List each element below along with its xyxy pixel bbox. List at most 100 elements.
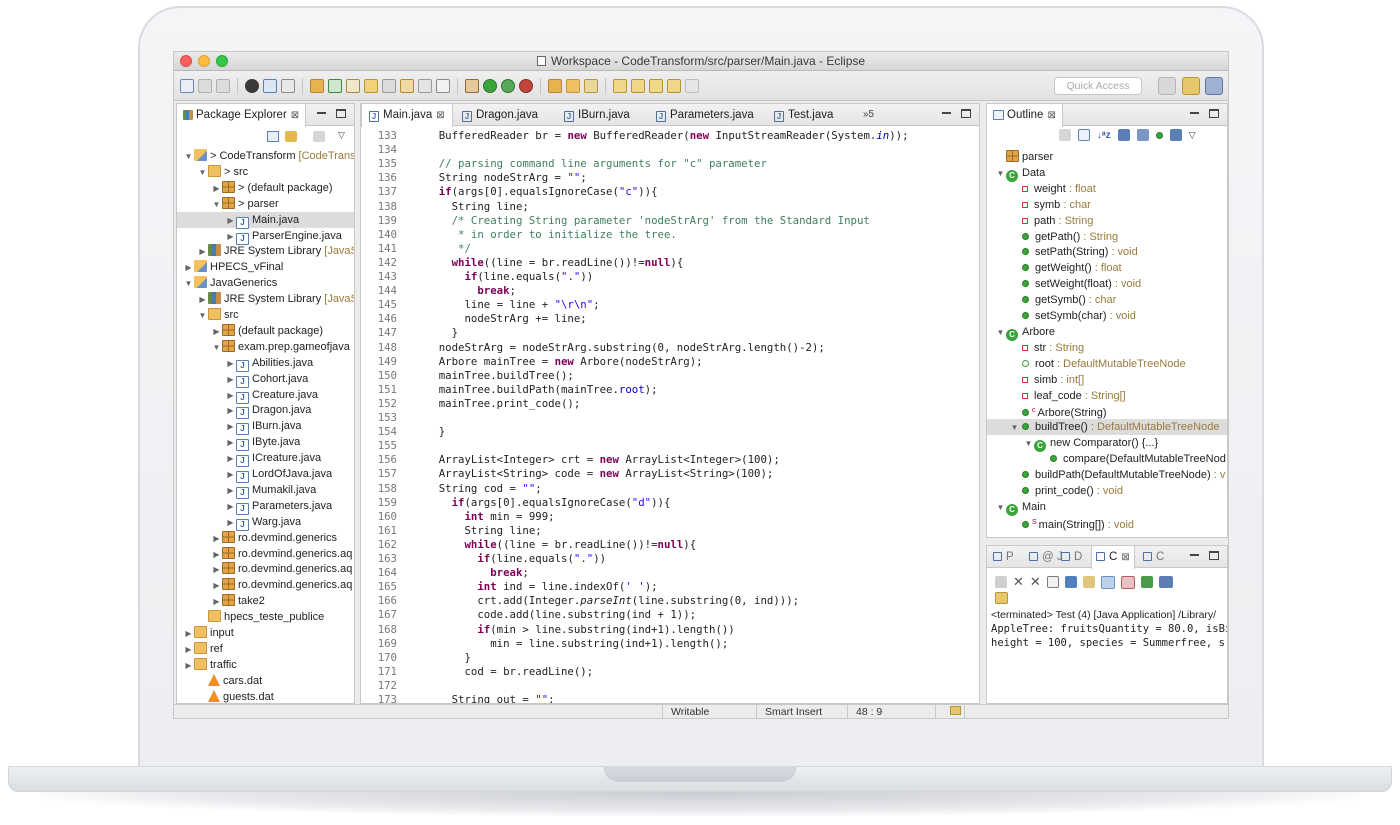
next-annotation-icon[interactable] bbox=[613, 79, 627, 93]
collapsed-arrow-icon[interactable]: ▶ bbox=[225, 483, 236, 499]
outline-item[interactable]: getSymb() : char bbox=[987, 292, 1227, 308]
expanded-arrow-icon[interactable]: ▼ bbox=[183, 276, 194, 292]
maximize-icon[interactable] bbox=[961, 109, 971, 118]
open-console-icon[interactable] bbox=[995, 592, 1008, 604]
tree-item[interactable]: hpecs_teste_publice bbox=[177, 609, 354, 625]
focus-icon[interactable] bbox=[313, 131, 325, 142]
tab-package-explorer[interactable]: Package Explorer ⊠ bbox=[177, 104, 307, 127]
open-type-icon[interactable] bbox=[548, 79, 562, 93]
mark-icon[interactable] bbox=[364, 79, 378, 93]
minimize-icon[interactable] bbox=[1190, 112, 1199, 114]
code-line[interactable]: 163 if(line.equals(".")) bbox=[361, 552, 979, 566]
code-line[interactable]: 147 } bbox=[361, 326, 979, 340]
expanded-arrow-icon[interactable]: ▼ bbox=[995, 500, 1006, 516]
code-line[interactable]: 156 ArrayList<Integer> crt = new ArrayLi… bbox=[361, 453, 979, 467]
code-line[interactable]: 148 nodeStrArg = nodeStrArg.substring(0,… bbox=[361, 341, 979, 355]
code-line[interactable]: 173 String out = ""; bbox=[361, 693, 979, 703]
expanded-arrow-icon[interactable]: ▼ bbox=[1023, 436, 1034, 452]
scroll-lock-icon[interactable] bbox=[1064, 576, 1077, 588]
outline-item[interactable]: parser bbox=[987, 149, 1227, 165]
word-wrap-icon[interactable] bbox=[1082, 576, 1095, 588]
code-line[interactable]: 143 if(line.equals(".")) bbox=[361, 270, 979, 284]
code-line[interactable]: 160 int min = 999; bbox=[361, 510, 979, 524]
outline-item[interactable]: ▼ C Data bbox=[987, 165, 1227, 182]
tree-item[interactable]: ▶ J ICreature.java bbox=[177, 450, 354, 468]
tab-console[interactable]: C ⊠ bbox=[1091, 546, 1135, 569]
code-line[interactable]: 144 break; bbox=[361, 284, 979, 298]
java-perspective-icon[interactable] bbox=[1205, 77, 1223, 95]
tree-item[interactable]: ▶ J Creature.java bbox=[177, 387, 354, 404]
tab-test-java[interactable]: J Test.java bbox=[767, 104, 853, 126]
sort-icon[interactable]: ↓ᵃz bbox=[1097, 130, 1111, 141]
show-on-stdout-icon[interactable] bbox=[1100, 575, 1115, 589]
maximize-icon[interactable] bbox=[1209, 551, 1219, 560]
toggle-icon[interactable] bbox=[382, 79, 396, 93]
close-window-button[interactable] bbox=[180, 55, 192, 67]
tree-item[interactable]: ▶ ref bbox=[177, 641, 354, 657]
outline-item[interactable]: ▼ C Arbore bbox=[987, 324, 1227, 341]
code-line[interactable]: 170 } bbox=[361, 651, 979, 665]
code-line[interactable]: 136 String nodeStrArg = ""; bbox=[361, 171, 979, 185]
tree-item[interactable]: ▶ HPECS_vFinal bbox=[177, 259, 354, 275]
pin-console-icon[interactable] bbox=[1140, 576, 1153, 588]
code-line[interactable]: 171 cod = br.readLine(); bbox=[361, 665, 979, 679]
outline-item[interactable]: Smain(String[]) : void bbox=[987, 515, 1227, 531]
code-line[interactable]: 165 int ind = line.indexOf(' '); bbox=[361, 580, 979, 594]
tree-item[interactable]: ▶ J Abilities.java bbox=[177, 355, 354, 372]
code-line[interactable]: 168 if(min > line.substring(ind+1).lengt… bbox=[361, 623, 979, 637]
code-line[interactable]: 159 if(args[0].equalsIgnoreCase("d")){ bbox=[361, 496, 979, 510]
outline-item[interactable]: setSymb(char) : void bbox=[987, 308, 1227, 324]
code-line[interactable]: 172 bbox=[361, 679, 979, 693]
collapsed-arrow-icon[interactable]: ▶ bbox=[211, 562, 222, 578]
minimize-icon[interactable] bbox=[1190, 554, 1199, 556]
collapsed-arrow-icon[interactable]: ▶ bbox=[211, 324, 222, 340]
tree-item[interactable]: guests.dat bbox=[177, 689, 354, 703]
code-line[interactable]: 141 */ bbox=[361, 242, 979, 256]
collapsed-arrow-icon[interactable]: ▶ bbox=[225, 403, 236, 419]
view-menu-icon[interactable]: ▽ bbox=[338, 130, 345, 141]
code-line[interactable]: 138 String line; bbox=[361, 200, 979, 214]
tree-item[interactable]: ▶ (default package) bbox=[177, 323, 354, 339]
tree-item[interactable]: ▶ ro.devmind.generics.aq bbox=[177, 561, 354, 577]
tree-item[interactable]: ▶ JRE System Library [JavaS bbox=[177, 291, 354, 307]
outline-item[interactable]: root : DefaultMutableTreeNode bbox=[987, 356, 1227, 372]
collapsed-arrow-icon[interactable]: ▶ bbox=[225, 419, 236, 435]
tree-item[interactable]: ▶ J IByte.java bbox=[177, 434, 354, 452]
tab-problems[interactable]: P bbox=[989, 546, 1018, 568]
pilcrow-icon[interactable] bbox=[436, 79, 450, 93]
tab-iburn-java[interactable]: J IBurn.java bbox=[557, 104, 647, 126]
collapsed-arrow-icon[interactable]: ▶ bbox=[183, 658, 194, 674]
code-line[interactable]: 151 mainTree.buildPath(mainTree.root); bbox=[361, 383, 979, 397]
outline-item[interactable]: ▼ buildTree() : DefaultMutableTreeNode bbox=[987, 419, 1227, 436]
tree-item[interactable]: ▶ J Mumakil.java bbox=[177, 482, 354, 499]
pen-icon[interactable] bbox=[584, 79, 598, 93]
tree-item[interactable]: ▶ J LordOfJava.java bbox=[177, 466, 354, 483]
external-tools-icon[interactable] bbox=[519, 79, 533, 93]
outline-item[interactable]: getPath() : String bbox=[987, 229, 1227, 245]
expanded-arrow-icon[interactable]: ▼ bbox=[1009, 420, 1020, 436]
collapsed-arrow-icon[interactable]: ▶ bbox=[197, 292, 208, 308]
close-icon[interactable]: ⊠ bbox=[1047, 110, 1055, 121]
prev-annotation-icon[interactable] bbox=[631, 79, 645, 93]
outline-item[interactable]: simb : int[] bbox=[987, 372, 1227, 388]
outline-item[interactable]: c Arbore(String) bbox=[987, 403, 1227, 419]
maximize-icon[interactable] bbox=[336, 109, 346, 118]
java-ee-perspective-icon[interactable] bbox=[1182, 77, 1200, 95]
code-line[interactable]: 133 BufferedReader br = new BufferedRead… bbox=[361, 129, 979, 143]
collapsed-arrow-icon[interactable]: ▶ bbox=[211, 531, 222, 547]
code-line[interactable]: 137 if(args[0].equalsIgnoreCase("c")){ bbox=[361, 185, 979, 199]
tree-item[interactable]: ▶ J Main.java bbox=[177, 211, 354, 229]
code-line[interactable]: 146 nodeStrArg += line; bbox=[361, 312, 979, 326]
tab-parameters-java[interactable]: J Parameters.java bbox=[649, 104, 765, 126]
collapsed-arrow-icon[interactable]: ▶ bbox=[211, 181, 222, 197]
collapsed-arrow-icon[interactable]: ▶ bbox=[225, 388, 236, 404]
collapsed-arrow-icon[interactable]: ▶ bbox=[225, 356, 236, 372]
collapsed-arrow-icon[interactable]: ▶ bbox=[183, 260, 194, 276]
tree-item[interactable]: ▼ > src bbox=[177, 164, 354, 180]
code-line[interactable]: 152 mainTree.print_code(); bbox=[361, 397, 979, 411]
expanded-arrow-icon[interactable]: ▼ bbox=[211, 197, 222, 213]
code-line[interactable]: 157 ArrayList<String> code = new ArrayLi… bbox=[361, 467, 979, 481]
tree-item[interactable]: ▼ src bbox=[177, 307, 354, 323]
maximize-icon[interactable] bbox=[1209, 109, 1219, 118]
collapsed-arrow-icon[interactable]: ▶ bbox=[197, 244, 208, 260]
